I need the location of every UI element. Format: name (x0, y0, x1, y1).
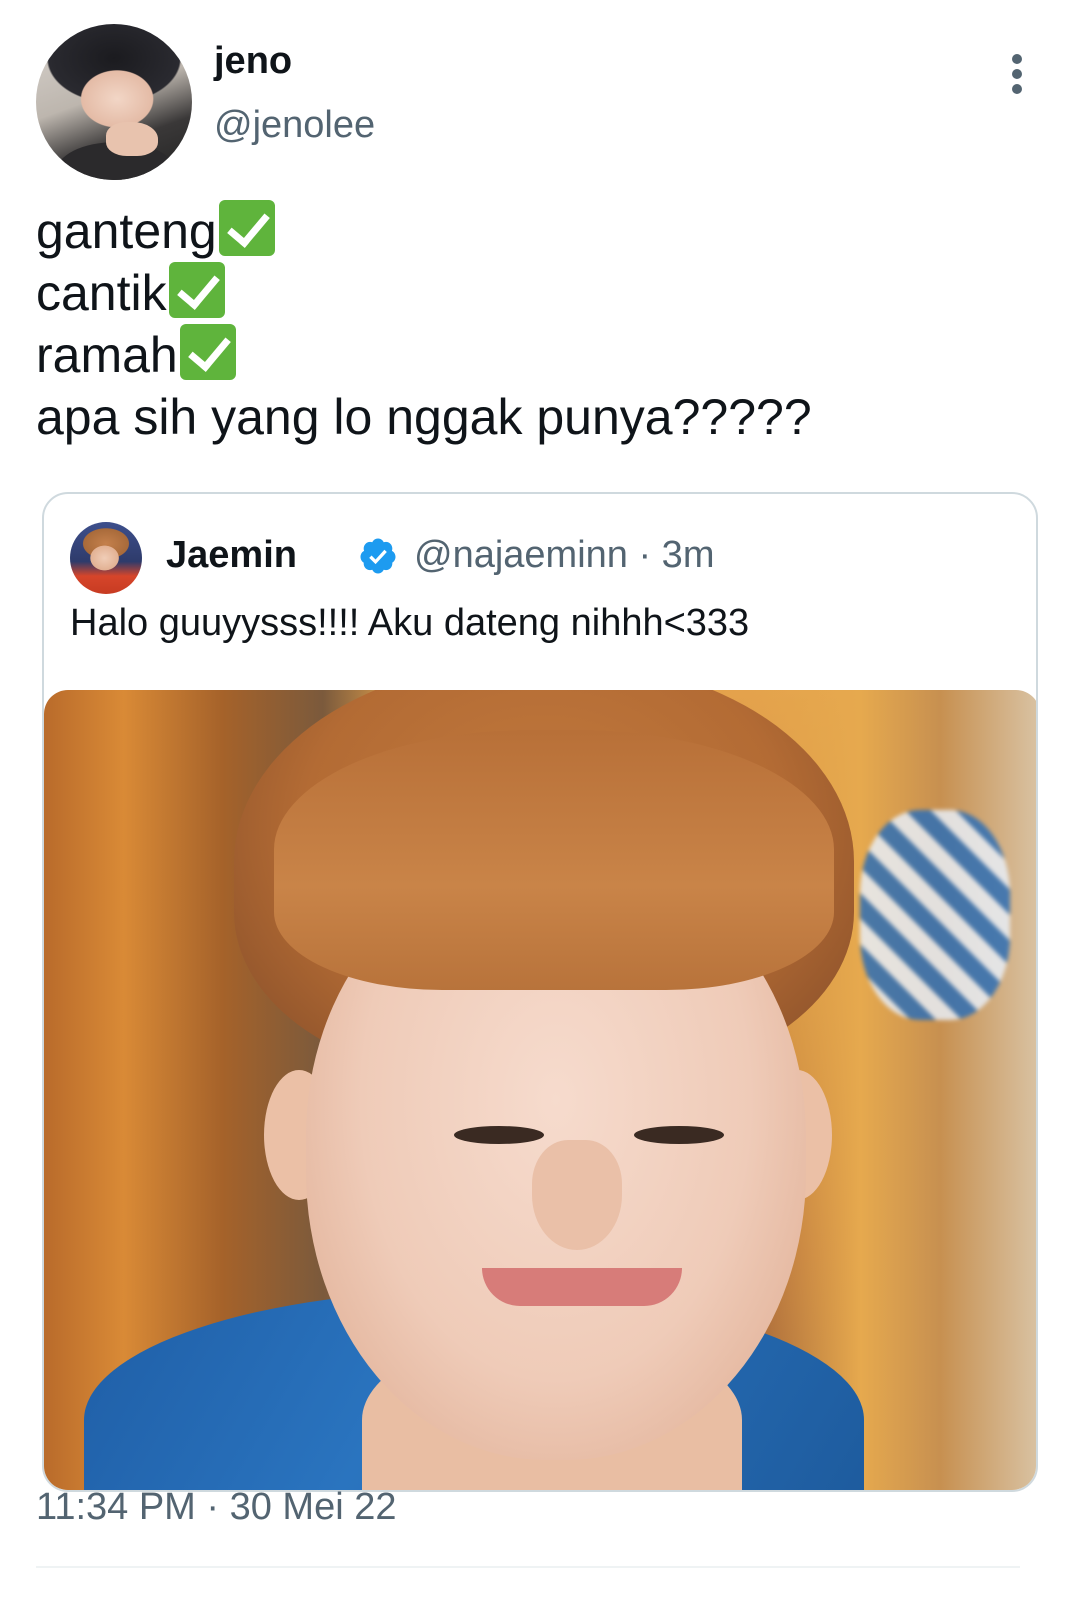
tweet-timestamp[interactable]: 11:34 PM · 30 Mei 22 (36, 1486, 396, 1529)
author-avatar[interactable] (36, 24, 192, 180)
author-handle[interactable]: @jenolee (214, 104, 375, 147)
verified-badge-icon (360, 538, 396, 574)
check-mark-icon (218, 200, 275, 256)
quoted-handle-time: @najaeminn · 3m (414, 534, 715, 576)
tweet-line: ramah (36, 324, 1046, 386)
check-mark-icon (168, 262, 225, 318)
tweet-line: apa sih yang lo nggak punya????? (36, 389, 812, 445)
tweet-text: ganteng cantik ramah apa sih yang lo ngg… (36, 200, 1046, 448)
tweet-line: cantik (36, 262, 1046, 324)
check-mark-icon (179, 324, 236, 380)
quoted-tweet[interactable]: Jaemin @najaeminn · 3m Halo guuyysss!!!!… (42, 492, 1038, 1492)
quoted-author-avatar[interactable] (70, 522, 142, 594)
divider (36, 1566, 1020, 1568)
tweet-line: ganteng (36, 200, 1046, 262)
quoted-tweet-photo[interactable] (44, 690, 1036, 1490)
quoted-tweet-text: Halo guuyysss!!!! Aku dateng nihhh<333 (70, 602, 750, 644)
tweet-header: jeno @jenolee (0, 0, 1080, 190)
more-options-icon[interactable] (1004, 54, 1030, 94)
quoted-author-name: Jaemin (166, 534, 297, 576)
author-name[interactable]: jeno (214, 40, 292, 83)
